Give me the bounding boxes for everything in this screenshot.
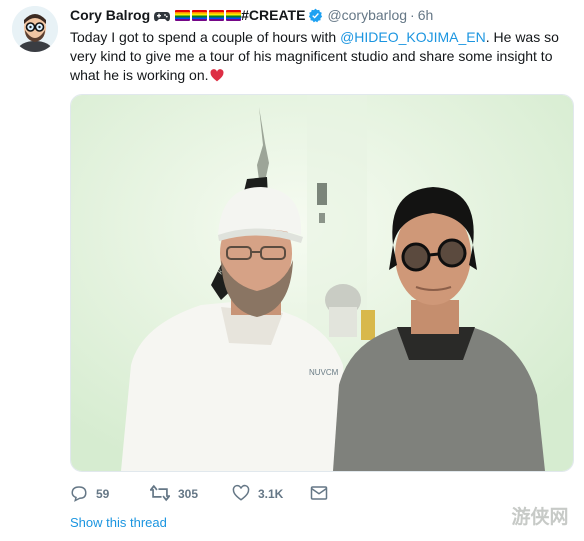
tweet-photo[interactable]: KOJIMA NUVCM <box>70 94 574 472</box>
rainbow-flag-icon <box>226 10 242 21</box>
rainbow-flag-icon <box>192 10 208 21</box>
author-handle[interactable]: @corybarlog <box>327 7 407 23</box>
mention-link[interactable]: @HIDEO_KOJIMA_EN <box>340 29 486 45</box>
retweet-count: 305 <box>178 487 199 501</box>
like-count: 3.1K <box>258 487 284 501</box>
separator: · <box>410 7 415 23</box>
watermark-logo: 游侠网 <box>502 496 578 536</box>
reply-icon <box>70 484 88 505</box>
show-thread-link[interactable]: Show this thread <box>70 515 167 530</box>
reply-count: 59 <box>96 487 110 501</box>
reply-action[interactable]: 59 <box>70 484 109 504</box>
retweet-action[interactable]: 305 <box>149 484 199 505</box>
verified-icon <box>308 8 323 27</box>
tweet-text-part: Today I got to spend a couple of hours w… <box>70 29 341 45</box>
avatar-cartoon-icon <box>12 6 58 52</box>
tweet-text: Today I got to spend a couple of hours w… <box>70 28 575 87</box>
rainbow-flag-icon <box>209 10 225 21</box>
heart-emoji-icon <box>210 68 224 87</box>
like-action[interactable]: 3.1K <box>232 484 283 504</box>
gamepad-icon <box>154 8 171 26</box>
like-icon <box>232 484 250 505</box>
svg-text:NUVCM: NUVCM <box>309 368 339 377</box>
avatar[interactable] <box>12 6 58 52</box>
create-tag: #CREATE <box>241 7 306 23</box>
tweet-header: Cory Balrog #CREATE @corybarlog · 6h <box>70 6 433 24</box>
message-action[interactable] <box>310 484 328 504</box>
rainbow-flag-icon <box>175 10 191 21</box>
tweet: Cory Balrog #CREATE @corybarlog · 6h Today I… <box>0 0 584 540</box>
watermark-text: 游侠网 <box>511 505 568 528</box>
retweet-icon <box>149 484 171 505</box>
author-name[interactable]: Cory Balrog <box>70 7 150 23</box>
message-icon <box>310 485 328 504</box>
photo-image: KOJIMA NUVCM <box>71 95 573 471</box>
tweet-time[interactable]: 6h <box>418 7 434 23</box>
